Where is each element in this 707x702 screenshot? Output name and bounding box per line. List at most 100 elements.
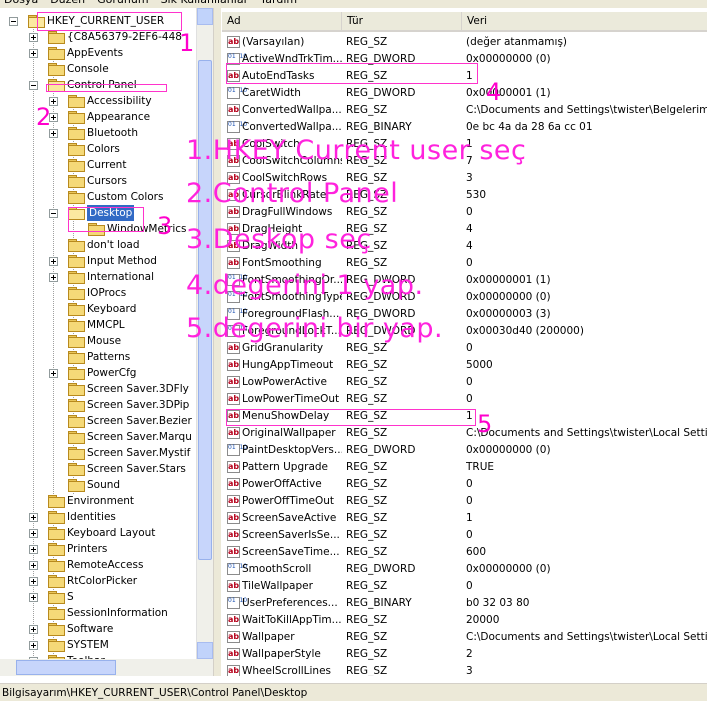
tree-item[interactable]: Screen Saver.3DPip bbox=[0, 397, 196, 413]
menu-item[interactable]: Dosya bbox=[4, 0, 38, 6]
expand-plus-icon[interactable] bbox=[29, 625, 38, 634]
tree-item[interactable]: RtColorPicker bbox=[0, 573, 196, 589]
value-row[interactable]: ab LowPowerActive REG_SZ 0 bbox=[222, 374, 707, 391]
value-row[interactable]: ab ScreenSaveTime... REG_SZ 600 bbox=[222, 544, 707, 561]
tree-item[interactable]: Mouse bbox=[0, 333, 196, 349]
tree-item[interactable]: Screen Saver.Marqu bbox=[0, 429, 196, 445]
value-row[interactable]: ab MenuShowDelay REG_SZ 1 bbox=[222, 408, 707, 425]
value-data: 0e bc 4a da 28 6a cc 01 bbox=[466, 121, 593, 133]
value-data: 1 bbox=[466, 70, 473, 82]
string-value-icon: ab bbox=[227, 410, 240, 422]
scroll-down-arrow-icon[interactable] bbox=[197, 642, 213, 659]
value-row[interactable]: ab AutoEndTasks REG_SZ 1 bbox=[222, 68, 707, 85]
registry-key-tree[interactable]: HKEY_CURRENT_USER {C8A56379-2EF6-448 AppEv… bbox=[0, 8, 213, 659]
value-row[interactable]: 01 10 CaretWidth REG_DWORD 0x00000001 (1) bbox=[222, 85, 707, 102]
expand-plus-icon[interactable] bbox=[49, 273, 58, 282]
menu-item[interactable]: Görünüm bbox=[97, 0, 148, 6]
menu-item[interactable]: Yardım bbox=[260, 0, 297, 6]
tree-item[interactable]: SYSTEM bbox=[0, 637, 196, 653]
value-row[interactable]: ab ConvertedWallpa... REG_SZ C:\Documents a… bbox=[222, 102, 707, 119]
tree-item[interactable]: Accessibility bbox=[0, 93, 196, 109]
value-row[interactable]: ab Pattern Upgrade REG_SZ TRUE bbox=[222, 459, 707, 476]
expand-plus-icon[interactable] bbox=[49, 369, 58, 378]
expand-plus-icon[interactable] bbox=[29, 561, 38, 570]
tree-item[interactable]: Input Method bbox=[0, 253, 196, 269]
tree-item[interactable]: Current bbox=[0, 157, 196, 173]
value-row[interactable]: ab HungAppTimeout REG_SZ 5000 bbox=[222, 357, 707, 374]
tree-item[interactable]: Control Panel bbox=[0, 77, 196, 93]
value-name: UserPreferences... bbox=[242, 597, 338, 609]
value-row[interactable]: ab ScreenSaverIsSe... REG_SZ 0 bbox=[222, 527, 707, 544]
tree-item[interactable]: AppEvents bbox=[0, 45, 196, 61]
tree-item[interactable]: S bbox=[0, 589, 196, 605]
value-row[interactable]: 01 10 PaintDesktopVers... REG_DWORD 0x00000… bbox=[222, 442, 707, 459]
value-row[interactable]: 01 10 SmoothScroll REG_DWORD 0x00000000 (0) bbox=[222, 561, 707, 578]
column-header-name[interactable]: Ad bbox=[222, 12, 342, 30]
menu-item[interactable]: Sık Kullanılanlar bbox=[161, 0, 249, 6]
value-row[interactable]: 01 10 ConvertedWallpa... REG_BINARY 0e bc 4… bbox=[222, 119, 707, 136]
value-row[interactable]: 01 10 ActiveWndTrkTim... REG_DWORD 0x000000… bbox=[222, 51, 707, 68]
hscroll-thumb[interactable] bbox=[16, 660, 116, 675]
tree-item[interactable]: International bbox=[0, 269, 196, 285]
value-name: ScreenSaveActive bbox=[242, 512, 337, 524]
tree-item[interactable]: HKEY_CURRENT_USER bbox=[0, 13, 196, 29]
tree-item[interactable]: Patterns bbox=[0, 349, 196, 365]
string-value-icon: ab bbox=[227, 648, 240, 660]
tree-item[interactable]: Software bbox=[0, 621, 196, 637]
expand-plus-icon[interactable] bbox=[29, 529, 38, 538]
value-row[interactable]: ab Wallpaper REG_SZ C:\Documents and Settin… bbox=[222, 629, 707, 646]
expand-plus-icon[interactable] bbox=[29, 545, 38, 554]
value-row[interactable]: ab OriginalWallpaper REG_SZ C:\Documents an… bbox=[222, 425, 707, 442]
expand-plus-icon[interactable] bbox=[29, 577, 38, 586]
tree-horizontal-scrollbar[interactable] bbox=[0, 659, 213, 676]
value-row[interactable]: ab WallpaperStyle REG_SZ 2 bbox=[222, 646, 707, 663]
tree-item[interactable]: Console bbox=[0, 61, 196, 77]
collapse-minus-icon[interactable] bbox=[9, 17, 18, 26]
expand-plus-icon[interactable] bbox=[49, 257, 58, 266]
expand-plus-icon[interactable] bbox=[29, 513, 38, 522]
tree-item[interactable]: Screen Saver.Bezier bbox=[0, 413, 196, 429]
scroll-up-arrow-icon[interactable] bbox=[197, 8, 213, 25]
value-row[interactable]: ab ScreenSaveActive REG_SZ 1 bbox=[222, 510, 707, 527]
tree-item[interactable]: Colors bbox=[0, 141, 196, 157]
collapse-minus-icon[interactable] bbox=[29, 81, 38, 90]
value-row[interactable]: ab (Varsayılan) REG_SZ (değer atanmamış) bbox=[222, 34, 707, 51]
tree-item[interactable]: {C8A56379-2EF6-448 bbox=[0, 29, 196, 45]
tree-item[interactable]: RemoteAccess bbox=[0, 557, 196, 573]
tree-item[interactable]: Environment bbox=[0, 493, 196, 509]
value-row[interactable]: ab WheelScrollLines REG_SZ 3 bbox=[222, 663, 707, 676]
tree-item[interactable]: Screen Saver.Stars bbox=[0, 461, 196, 477]
tree-item[interactable]: Identities bbox=[0, 509, 196, 525]
value-row[interactable]: ab PowerOffActive REG_SZ 0 bbox=[222, 476, 707, 493]
value-name: LowPowerActive bbox=[242, 376, 327, 388]
tree-item[interactable]: Sound bbox=[0, 477, 196, 493]
tree-item[interactable]: Keyboard Layout bbox=[0, 525, 196, 541]
tree-item[interactable]: SessionInformation bbox=[0, 605, 196, 621]
tree-item[interactable]: Custom Colors bbox=[0, 189, 196, 205]
collapse-minus-icon[interactable] bbox=[49, 209, 58, 218]
value-row[interactable]: ab PowerOffTimeOut REG_SZ 0 bbox=[222, 493, 707, 510]
tree-item[interactable]: Bluetooth bbox=[0, 125, 196, 141]
value-row[interactable]: ab LowPowerTimeOut REG_SZ 0 bbox=[222, 391, 707, 408]
tree-item[interactable]: IOProcs bbox=[0, 285, 196, 301]
tree-item[interactable]: PowerCfg bbox=[0, 365, 196, 381]
expand-plus-icon[interactable] bbox=[29, 641, 38, 650]
value-type: REG_DWORD bbox=[346, 53, 416, 65]
value-row[interactable]: ab WaitToKillAppTim... REG_SZ 20000 bbox=[222, 612, 707, 629]
string-value-icon: ab bbox=[227, 631, 240, 643]
column-header-type[interactable]: Tür bbox=[342, 12, 462, 30]
expand-plus-icon[interactable] bbox=[29, 49, 38, 58]
expand-plus-icon[interactable] bbox=[29, 33, 38, 42]
tree-item[interactable]: Screen Saver.3DFly bbox=[0, 381, 196, 397]
menu-item[interactable]: Düzen bbox=[50, 0, 85, 6]
tree-item[interactable]: Printers bbox=[0, 541, 196, 557]
tree-item[interactable]: MMCPL bbox=[0, 317, 196, 333]
tree-item[interactable]: Cursors bbox=[0, 173, 196, 189]
value-row[interactable]: ab TileWallpaper REG_SZ 0 bbox=[222, 578, 707, 595]
tree-item[interactable]: Screen Saver.Mystif bbox=[0, 445, 196, 461]
expand-plus-icon[interactable] bbox=[29, 593, 38, 602]
value-row[interactable]: 01 10 UserPreferences... REG_BINARY b0 32 0… bbox=[222, 595, 707, 612]
tree-item[interactable]: Appearance bbox=[0, 109, 196, 125]
tree-item[interactable]: Keyboard bbox=[0, 301, 196, 317]
column-header-data[interactable]: Veri bbox=[462, 12, 707, 30]
